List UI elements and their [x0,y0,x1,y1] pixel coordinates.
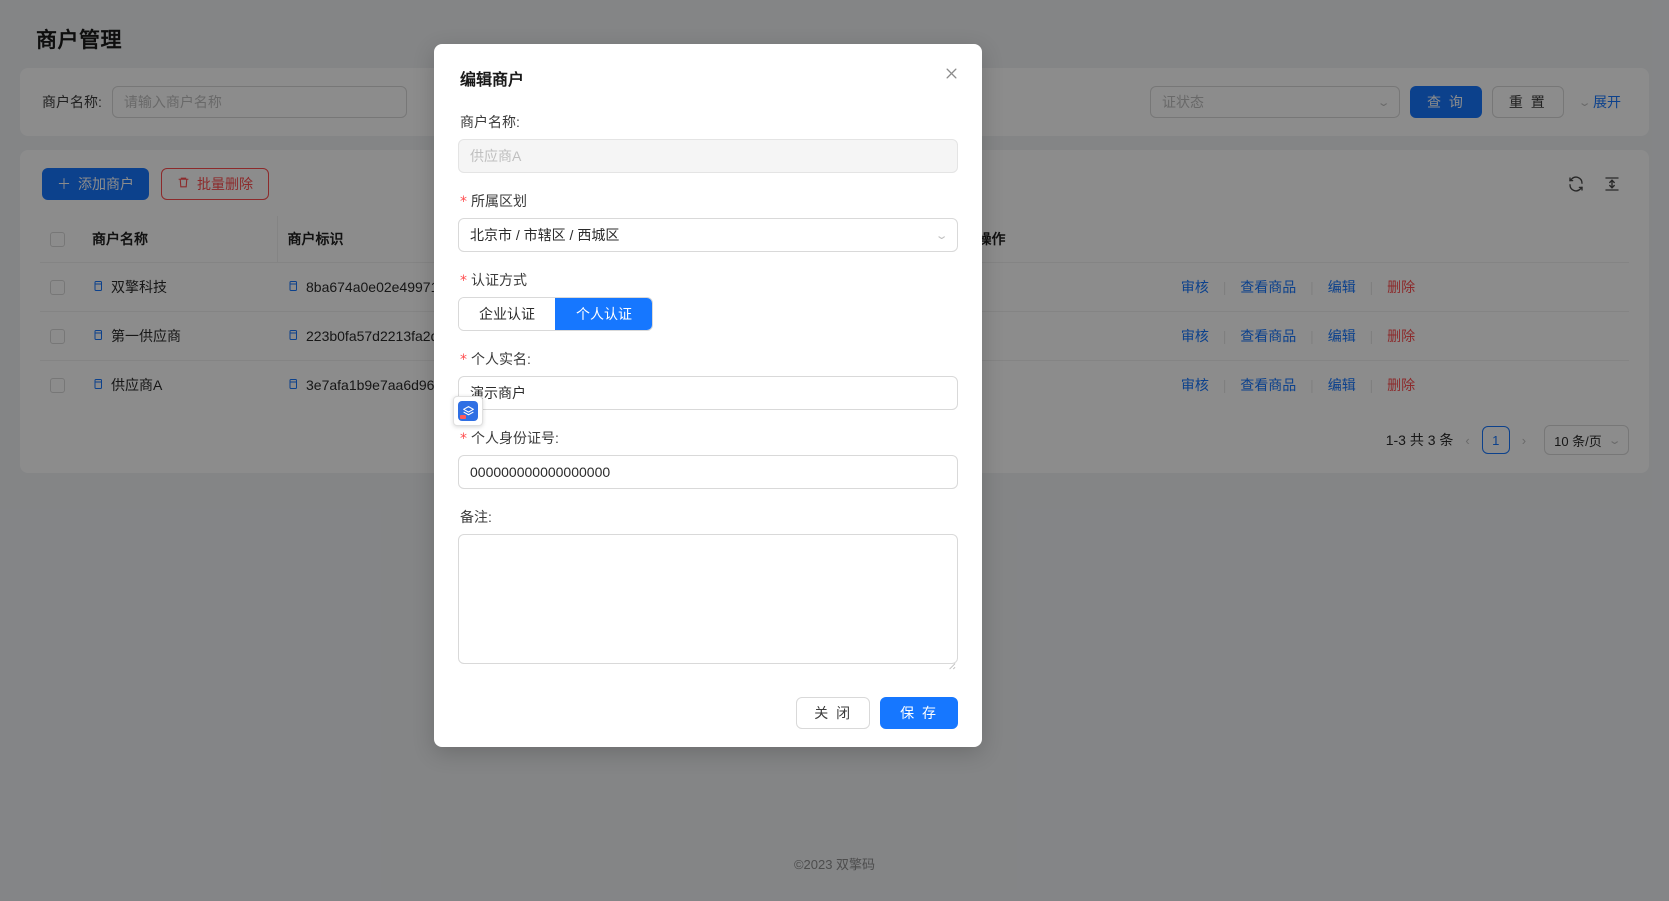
dialog-title: 编辑商户 [460,72,525,89]
idcard-label: * 个人身份证号: [460,428,958,448]
remark-label: 备注: [460,509,492,525]
merchant-name-input: 供应商A [458,139,958,173]
dialog-close-button[interactable]: 关 闭 [796,697,871,729]
field-remark: 备注: [458,507,958,675]
edit-merchant-dialog: 编辑商户 商户名称: 供应商A * 所属区划 北京市 / 市辖区 / 西城区 ⌄ … [434,44,982,747]
required-star: * [460,431,467,447]
field-auth-method: * 认证方式 企业认证 个人认证 [458,270,958,345]
badge-glyph-icon [458,401,478,421]
merchant-name-value: 供应商A [470,148,522,164]
district-label: * 所属区划 [460,191,958,211]
dialog-save-button[interactable]: 保 存 [880,697,958,729]
idcard-value: 000000000000000000 [470,464,611,480]
district-value: 北京市 / 市辖区 / 西城区 [470,227,620,243]
remark-textarea[interactable] [458,534,958,664]
badge-dot-indicator [460,415,466,419]
idcard-label-text: 个人身份证号: [471,430,559,446]
district-label-text: 所属区划 [471,193,527,209]
required-star: * [460,273,467,289]
field-district: * 所属区划 北京市 / 市辖区 / 西城区 ⌄ [458,191,958,266]
password-manager-badge-icon[interactable] [453,396,483,426]
auth-method-radio-group: 企业认证 个人认证 [458,297,653,331]
idcard-input[interactable]: 000000000000000000 [458,455,958,489]
dialog-footer: 关 闭 保 存 [458,679,958,729]
realname-label-text: 个人实名: [471,351,531,367]
merchant-name-label: 商户名称: [460,114,520,130]
auth-method-enterprise-option[interactable]: 企业认证 [459,298,555,330]
field-realname: * 个人实名: 演示商户 [458,349,958,424]
auth-method-personal-option[interactable]: 个人认证 [555,298,652,330]
close-icon[interactable] [940,62,962,84]
auth-method-label-text: 认证方式 [471,272,527,288]
required-star: * [460,352,467,368]
realname-label: * 个人实名: [460,349,958,369]
realname-input[interactable]: 演示商户 [458,376,958,410]
remark-textarea-wrapper [458,534,958,675]
field-merchant-name: 商户名称: 供应商A [458,112,958,187]
required-star: * [460,194,467,210]
auth-method-label: * 认证方式 [460,270,958,290]
chevron-down-icon: ⌄ [934,229,949,242]
district-cascader-select[interactable]: 北京市 / 市辖区 / 西城区 ⌄ [458,218,958,252]
field-idcard: * 个人身份证号: 000000000000000000 [458,428,958,503]
